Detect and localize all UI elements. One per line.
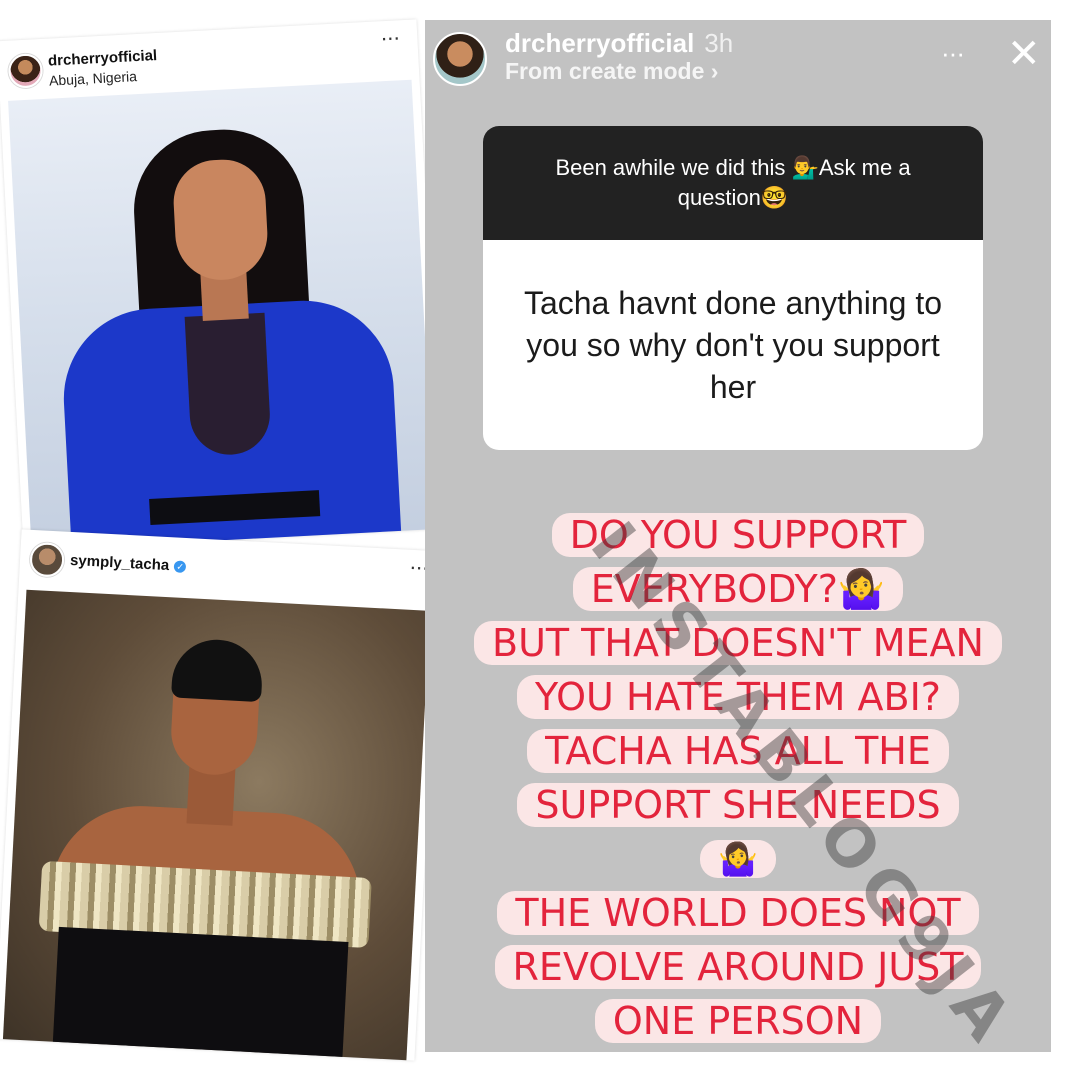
avatar[interactable] — [7, 53, 44, 89]
more-options-icon[interactable]: ··· — [380, 24, 400, 51]
post-username[interactable]: drcherryofficial — [48, 47, 158, 70]
story-create-mode-link[interactable]: From create mode › — [505, 58, 718, 85]
post-username-text[interactable]: symply_tacha — [70, 552, 170, 574]
more-options-icon[interactable]: ··· — [941, 38, 965, 69]
answer-line: SUPPORT SHE NEEDS — [425, 778, 1051, 832]
photo-figure-dress — [51, 926, 349, 1061]
verified-badge-icon: ✓ — [173, 560, 187, 574]
photo-figure-face — [171, 157, 270, 283]
story-header-user[interactable]: drcherryofficial 3h — [505, 28, 733, 59]
post-photo[interactable] — [2, 589, 430, 1061]
photo-figure-hair — [171, 637, 265, 703]
post-card-symply-tacha: symply_tacha ✓ ··· — [0, 529, 442, 1061]
answer-line: DO YOU SUPPORT — [425, 508, 1051, 562]
answer-line: EVERYBODY?🤷‍♀️ — [425, 562, 1051, 616]
story-avatar[interactable] — [433, 32, 487, 86]
story-timestamp: 3h — [704, 28, 734, 58]
post-username[interactable]: symply_tacha ✓ — [70, 552, 187, 575]
story-username[interactable]: drcherryofficial — [505, 28, 694, 58]
avatar[interactable] — [29, 541, 65, 578]
close-icon[interactable]: ✕ — [1007, 34, 1041, 74]
post-card-drcherryofficial: drcherryofficial Abuja, Nigeria ··· — [0, 19, 444, 551]
answer-line-emoji: 🤷‍♀️ — [425, 832, 1051, 886]
question-sticker: Been awhile we did this 💁‍♂️Ask me a que… — [483, 126, 983, 450]
story-panel[interactable]: drcherryofficial 3h From create mode › ··… — [425, 20, 1051, 1052]
photo-figure-mesh — [184, 312, 272, 457]
question-text: Tacha havnt done anything to you so why … — [523, 285, 943, 405]
question-prompt: Been awhile we did this 💁‍♂️Ask me a que… — [483, 126, 983, 240]
post-location[interactable]: Abuja, Nigeria — [49, 68, 138, 89]
post-photo[interactable] — [8, 79, 436, 551]
